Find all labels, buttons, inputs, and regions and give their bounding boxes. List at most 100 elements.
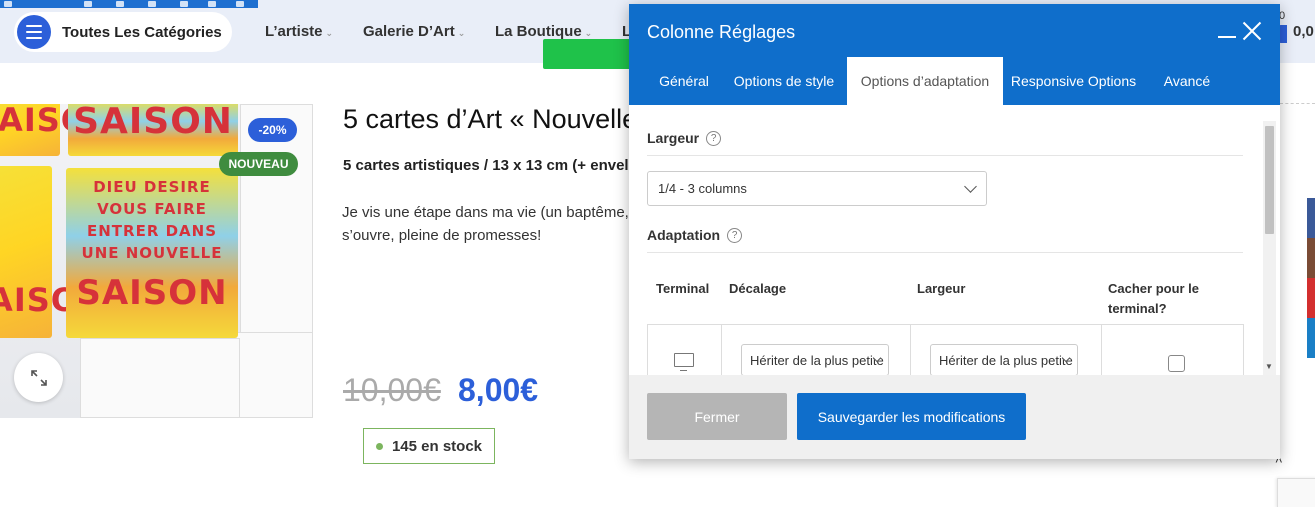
share-button[interactable] xyxy=(1307,238,1315,278)
card-text: SAISON xyxy=(0,104,116,139)
description-line: Je vis une étape dans ma vie (un baptême… xyxy=(342,204,629,221)
scrollbar-thumb[interactable] xyxy=(1265,126,1274,234)
section-divider xyxy=(1280,103,1315,104)
card-line: UNE NOUVELLE xyxy=(81,244,223,262)
editor-edit-icon[interactable] xyxy=(84,1,92,7)
editor-layout-icon[interactable] xyxy=(208,1,216,7)
col-header-hide-line: Cacher pour le xyxy=(1108,281,1200,296)
width-select-value: 1/4 - 3 columns xyxy=(658,181,747,196)
card-line: SAISON xyxy=(76,273,228,313)
card-text: SAISON xyxy=(0,281,106,319)
card-text: SAISON xyxy=(73,104,233,142)
nav-item-artiste[interactable]: L’artiste ⌄ xyxy=(265,23,333,40)
card-left: SAISON xyxy=(0,166,106,338)
nav-item-galerie[interactable]: Galerie D’Art ⌄ xyxy=(363,23,465,40)
envelope xyxy=(230,332,313,418)
modal-header: Colonne Réglages Général Options de styl… xyxy=(629,4,1280,105)
chevron-down-icon: ⌄ xyxy=(584,28,593,38)
stock-status: 145 en stock xyxy=(363,428,495,464)
col-header-device: Terminal xyxy=(656,281,710,296)
new-badge: NOUVEAU xyxy=(219,152,298,176)
nav-label: La Boutique xyxy=(495,23,582,40)
row-width-select[interactable]: Hériter de la plus petite xyxy=(930,344,1078,375)
tab-label: Général xyxy=(659,73,709,89)
card-line: DIEU DESIRE xyxy=(93,178,211,196)
sale-price: 8,00€ xyxy=(458,372,539,408)
column-settings-modal: Colonne Réglages Général Options de styl… xyxy=(629,4,1280,459)
editor-copy-icon[interactable] xyxy=(148,1,156,7)
card-top: SAISON xyxy=(68,104,238,156)
discount-badge: -20% xyxy=(248,118,297,142)
product-description: Je vis une étape dans ma vie (un baptême… xyxy=(342,201,629,247)
offset-select-value: Hériter de la plus petite xyxy=(750,352,884,368)
hamburger-icon xyxy=(17,15,51,49)
cell-divider xyxy=(910,325,911,375)
tab-responsive-options[interactable]: Responsive Options xyxy=(1006,57,1141,105)
card-main: DIEU DESIRE VOUS FAIRE ENTRER DANS UNE N… xyxy=(66,168,238,338)
close-button[interactable]: Fermer xyxy=(647,393,787,440)
share-linkedin-button[interactable] xyxy=(1307,318,1315,358)
divider xyxy=(647,252,1243,253)
help-icon[interactable]: ? xyxy=(706,130,722,146)
adaptation-label: Adaptation xyxy=(647,227,721,243)
tab-label: Avancé xyxy=(1163,73,1211,89)
old-price: 10,00€ xyxy=(343,372,441,408)
tab-label: Options d’adaptation xyxy=(860,73,990,89)
envelope xyxy=(80,338,240,418)
tab-advanced[interactable]: Avancé xyxy=(1153,57,1221,105)
nav-label: L’artiste xyxy=(265,23,323,40)
editor-close-icon[interactable] xyxy=(236,1,244,7)
share-pinterest-button[interactable] xyxy=(1307,278,1315,318)
zoom-button[interactable] xyxy=(14,353,63,402)
save-changes-button[interactable]: Sauvegarder les modifications xyxy=(797,393,1026,440)
tab-adaptation-options[interactable]: Options d’adaptation xyxy=(847,57,1003,105)
close-icon[interactable] xyxy=(1242,21,1262,41)
chevron-down-icon xyxy=(964,180,977,193)
cell-divider xyxy=(1101,325,1102,375)
scroll-down-icon[interactable]: ▼ xyxy=(1265,362,1273,371)
card-line: VOUS FAIRE xyxy=(97,200,207,218)
green-action-button[interactable] xyxy=(543,39,633,69)
tab-label: Responsive Options xyxy=(1010,73,1137,89)
stock-dot-icon xyxy=(375,442,383,450)
width-label: Largeur xyxy=(647,130,700,146)
width-select[interactable]: 1/4 - 3 columns xyxy=(647,171,987,206)
tab-style-options[interactable]: Options de style xyxy=(725,57,843,105)
editor-save-icon[interactable] xyxy=(180,1,188,7)
tab-general[interactable]: Général xyxy=(646,57,722,105)
editor-grid-icon[interactable] xyxy=(4,1,12,7)
all-categories-button[interactable]: Toutes Les Catégories xyxy=(14,12,232,52)
modal-footer: Fermer Sauvegarder les modifications xyxy=(629,375,1280,459)
hide-on-device-checkbox[interactable] xyxy=(1168,355,1185,372)
offset-select[interactable]: Hériter de la plus petite xyxy=(741,344,889,375)
chevron-down-icon: ⌄ xyxy=(325,28,334,38)
editor-add-icon[interactable] xyxy=(116,1,124,7)
cell-divider xyxy=(721,325,722,375)
cart-total[interactable]: 0,0 xyxy=(1293,23,1314,40)
recaptcha-badge[interactable] xyxy=(1277,478,1315,507)
col-header-width: Largeur xyxy=(917,281,966,296)
minimize-icon[interactable] xyxy=(1218,36,1236,38)
expand-icon xyxy=(30,369,47,386)
nav-item-boutique[interactable]: La Boutique ⌄ xyxy=(495,23,592,40)
row-width-select-value: Hériter de la plus petite xyxy=(939,352,1073,368)
col-header-hide-line: terminal? xyxy=(1108,301,1167,316)
help-icon[interactable]: ? xyxy=(727,227,743,243)
col-header-hide: Cacher pour le terminal? xyxy=(1108,279,1199,319)
share-facebook-button[interactable] xyxy=(1307,198,1315,238)
card-top-left: SAISON xyxy=(0,104,116,156)
width-field-label: Largeur ? xyxy=(647,130,722,146)
modal-body: Largeur ? 1/4 - 3 columns Adaptation ? T… xyxy=(629,105,1280,375)
table-row: Hériter de la plus petite Hériter de la … xyxy=(647,324,1244,375)
adaptation-field-label: Adaptation ? xyxy=(647,227,743,243)
stock-label: 145 en stock xyxy=(391,437,483,455)
editor-toolbar[interactable] xyxy=(0,0,258,8)
col-header-offset: Décalage xyxy=(729,281,787,296)
product-subtitle: 5 cartes artistiques / 13 x 13 cm (+ env… xyxy=(343,157,629,174)
product-title: 5 cartes d’Art « Nouvelle xyxy=(343,104,629,134)
all-categories-label: Toutes Les Catégories xyxy=(62,23,222,41)
divider xyxy=(647,155,1243,156)
card-line: ENTRER DANS xyxy=(86,222,218,240)
nav-label: Galerie D’Art xyxy=(363,23,455,40)
description-line: s’ouvre, pleine de promesses! xyxy=(342,227,542,244)
